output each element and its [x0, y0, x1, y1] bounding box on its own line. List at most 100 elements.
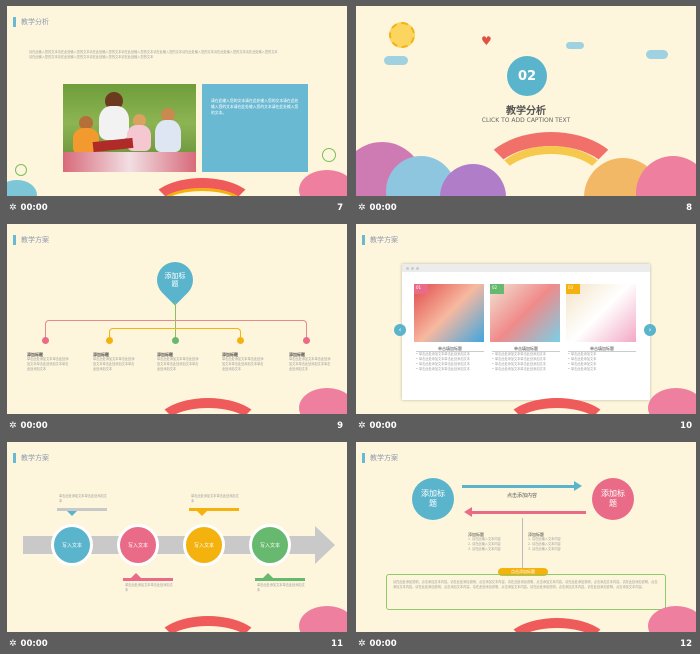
- bottom-arrow-head: [464, 507, 472, 517]
- star-icon[interactable]: ✲: [358, 421, 366, 431]
- tree-icon: [15, 164, 27, 176]
- slide-number: 7: [337, 203, 343, 213]
- section-subtitle: CLICK TO ADD CAPTION TEXT: [481, 117, 571, 124]
- slide-number: 12: [680, 639, 692, 649]
- note-bar: [57, 508, 107, 511]
- slide-timing: 00:00: [369, 639, 397, 649]
- star-icon[interactable]: ✲: [9, 421, 17, 431]
- column-left: 添加标题 1. 请在此输入文本内容 2. 请在此输入文本内容 3. 请在此输入文…: [468, 532, 501, 552]
- slide-number: 9: [337, 421, 343, 431]
- rainbow-decoration: [502, 398, 612, 414]
- cloud-icon: [566, 42, 584, 49]
- slide-12-canvas: 教学方案 添加标题 添加标题 点击添加内容 添加标题 1. 请在此输入文本内容 …: [356, 442, 696, 632]
- slide-10-canvas: 教学方案 01 02 03 单击填加标题 • 单击此处添加文本单击此处添加文本 •…: [356, 224, 696, 414]
- rainbow-decoration: [153, 616, 263, 632]
- slide-timing: 00:00: [20, 421, 48, 431]
- step-circle: 写入文本: [117, 524, 159, 566]
- note-text: 单击此处添加文本单击此处添加文本: [257, 583, 305, 592]
- section-number-badge: 02: [507, 56, 547, 96]
- slide-status-bar: ✲ 00:00 11: [7, 634, 347, 654]
- section-tag: 教学分析: [13, 17, 49, 27]
- children-reading-photo: [63, 84, 196, 172]
- process-arrow-head: [315, 526, 335, 564]
- step-circle: 写入文本: [183, 524, 225, 566]
- card-number-badge: 03: [566, 284, 580, 294]
- star-icon[interactable]: ✲: [358, 203, 366, 213]
- slide-status-bar: ✲ 00:00 7: [7, 198, 347, 218]
- card-text: 单击填加标题 • 单击此处添加文本 • 单击此处添加文本 • 单击此处添加文本 • 单…: [568, 346, 636, 372]
- node-dot: [237, 337, 244, 344]
- slide-timing: 00:00: [20, 203, 48, 213]
- card-text: 单击填加标题 • 单击此处添加文本单击此处添加文本 • 单击此处添加文本单击此处添…: [416, 346, 484, 372]
- node-dot: [106, 337, 113, 344]
- star-icon[interactable]: ✲: [358, 639, 366, 649]
- intro-text: 请在此输入您的文本请在此处输入您的文本请在此处输入您的文本请在此处输入您的文本请…: [29, 50, 278, 59]
- section-tag: 教学方案: [13, 235, 49, 245]
- slide-11-canvas: 教学方案 写入文本 写入文本 写入文本 写入文本 单击此处添加文本单击此处添加文…: [7, 442, 347, 632]
- bottom-arrow: [472, 511, 586, 514]
- step-circle: 写入文本: [249, 524, 291, 566]
- item-column: 添加标题 单击此处添加文本单击此处添加文本单击此处添加文本单击此处添加文本: [27, 352, 69, 372]
- hill-decoration: [636, 156, 696, 196]
- note-bar: [255, 578, 305, 581]
- hill-decoration: [7, 180, 37, 196]
- card-number-badge: 01: [414, 284, 428, 294]
- note-text: 单击此处添加文本单击此处添加文本: [59, 494, 107, 503]
- star-icon[interactable]: ✲: [9, 203, 17, 213]
- slide-timing: 00:00: [369, 203, 397, 213]
- slide-timing: 00:00: [369, 421, 397, 431]
- prev-arrow-button[interactable]: ‹: [394, 324, 406, 336]
- rainbow-decoration: [153, 398, 263, 414]
- slide-number: 8: [686, 203, 692, 213]
- star-icon[interactable]: ✲: [9, 639, 17, 649]
- slide-7-canvas: 教学分析 请在此输入您的文本请在此处输入您的文本请在此处输入您的文本请在此处输入…: [7, 6, 347, 196]
- left-title-circle: 添加标题: [412, 478, 454, 520]
- sun-icon: [389, 22, 415, 48]
- note-pointer: [67, 511, 77, 516]
- node-dot: [172, 337, 179, 344]
- slide-number: 11: [331, 639, 343, 649]
- note-text: 单击此处添加文本单击此处添加文本: [191, 494, 239, 503]
- section-title: 教学分析: [506, 106, 546, 117]
- slide-status-bar: ✲ 00:00 12: [356, 634, 696, 654]
- card-text: 单击填加标题 • 单击此处添加文本单击此处添加文本 • 单击此处添加文本单击此处添…: [492, 346, 560, 372]
- item-column: 添加标题 单击此处添加文本单击此处添加文本单击此处添加文本单击此处添加文本: [222, 352, 264, 372]
- hill-decoration: [299, 388, 347, 414]
- cloud-icon: [646, 50, 668, 59]
- note-pointer: [197, 511, 207, 516]
- cloud-icon: [384, 56, 408, 65]
- top-arrow: [462, 485, 576, 488]
- top-arrow-label: 点击添加内容: [506, 493, 537, 499]
- hill-decoration: [299, 170, 347, 196]
- slide-status-bar: ✲ 00:00 8: [356, 198, 696, 218]
- note-text: 单击此处添加文本单击此处添加文本: [125, 583, 173, 592]
- top-arrow-head: [574, 481, 582, 491]
- text-box: 请在此输入您的文本请在此处输入您的文本请在此处输入您的文本请在此处输入您的文本请…: [202, 84, 308, 172]
- item-column: 添加标题 单击此处添加文本单击此处添加文本单击此处添加文本单击此处添加文本: [93, 352, 135, 372]
- slide-8-canvas: ♥ 02 教学分析 CLICK TO ADD CAPTION TEXT: [356, 6, 696, 196]
- card-number-badge: 02: [490, 284, 504, 294]
- section-tag: 教学方案: [362, 235, 398, 245]
- node-dot: [303, 337, 310, 344]
- section-tag: 教学方案: [13, 453, 49, 463]
- node-dot: [42, 337, 49, 344]
- hill-decoration: [648, 388, 696, 414]
- rainbow-decoration: [502, 618, 612, 632]
- item-column: 添加标题 单击此处添加文本单击此处添加文本单击此处添加文本单击此处添加文本: [157, 352, 199, 372]
- slide-status-bar: ✲ 00:00 9: [7, 416, 347, 436]
- section-tag: 教学方案: [362, 453, 398, 463]
- tree-icon: [322, 148, 336, 162]
- heart-icon: ♥: [481, 34, 492, 48]
- hill-decoration: [299, 606, 347, 632]
- column-right: 添加标题 1. 请在此输入文本内容 2. 请在此输入文本内容 3. 请在此输入文…: [528, 532, 561, 552]
- slide-status-bar: ✲ 00:00 10: [356, 416, 696, 436]
- slide-number: 10: [680, 421, 692, 431]
- center-pin: 添加标题: [149, 254, 201, 306]
- note-bar: [123, 578, 173, 581]
- step-circle: 写入文本: [51, 524, 93, 566]
- item-column: 添加标题 单击此处添加文本单击此处添加文本单击此处添加文本单击此处添加文本: [289, 352, 331, 372]
- summary-box: 请在此处添加说明，点击添加文本内容。请在此处添加说明，点击添加文本内容。请在此处…: [386, 574, 666, 610]
- next-arrow-button[interactable]: ›: [644, 324, 656, 336]
- slide-timing: 00:00: [20, 639, 48, 649]
- right-title-circle: 添加标题: [592, 478, 634, 520]
